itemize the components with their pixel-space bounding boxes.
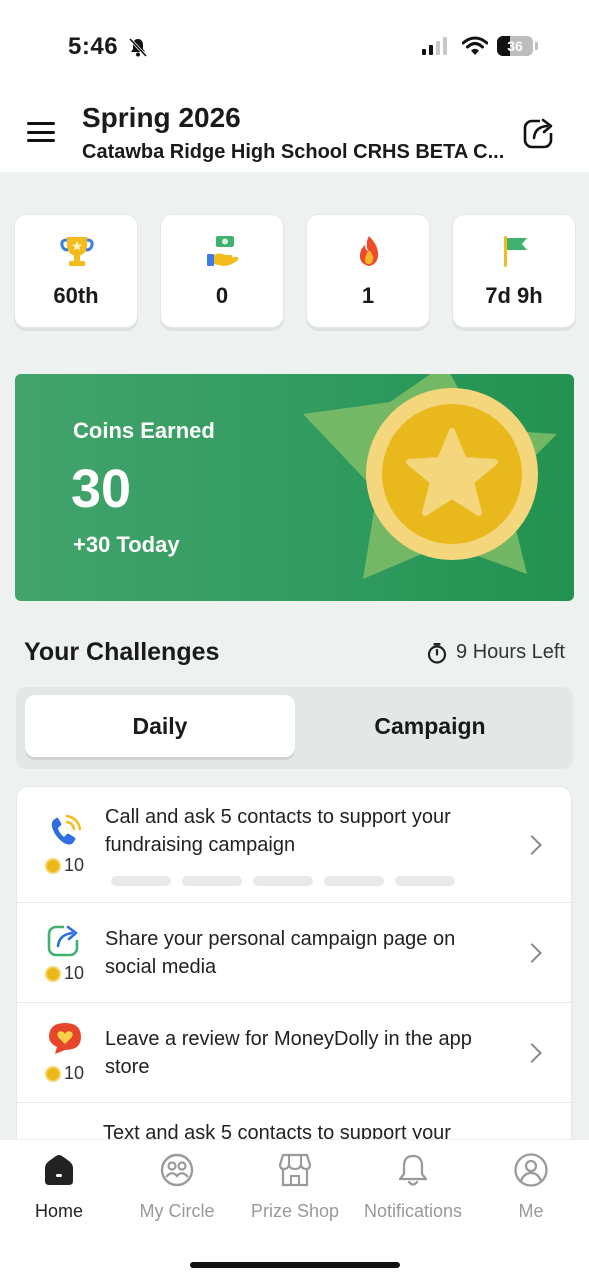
shop-icon — [278, 1153, 312, 1187]
chevron-right-icon — [522, 943, 542, 963]
tab-daily[interactable]: Daily — [25, 695, 295, 757]
signal-icon — [422, 37, 447, 55]
page-subtitle: Catawba Ridge High School CRHS BETA C... — [82, 141, 505, 163]
challenge-progress — [111, 876, 455, 886]
phone-call-icon — [51, 814, 82, 845]
heart-chat-icon — [49, 1023, 81, 1054]
stat-streak-value: 1 — [361, 283, 375, 308]
tab-me-label: Me — [518, 1201, 544, 1221]
wifi-icon — [462, 36, 488, 55]
tab-me[interactable]: Me — [472, 1152, 589, 1222]
coins-value: 30 — [71, 459, 132, 519]
star-coin-icon — [303, 374, 557, 579]
circle-icon — [160, 1153, 194, 1187]
tab-notifications[interactable]: Notifications — [354, 1152, 472, 1222]
home-icon — [45, 1155, 73, 1185]
tab-prize-shop-label: Prize Shop — [250, 1201, 340, 1221]
challenge-item[interactable]: 10 Call and ask 5 contacts to support yo… — [17, 787, 571, 903]
battery-icon: 36 — [497, 36, 533, 56]
status-time: 5:46 — [68, 33, 119, 60]
flame-icon — [359, 236, 379, 266]
chevron-right-icon — [522, 1043, 542, 1063]
stat-donations-value: 0 — [215, 283, 229, 308]
share-icon[interactable] — [522, 114, 558, 150]
stat-donations[interactable]: 0 — [160, 214, 284, 328]
bell-off-icon — [128, 37, 148, 57]
stat-time-left[interactable]: 7d 9h — [452, 214, 576, 328]
chevron-right-icon — [522, 835, 542, 855]
time-left-label: 9 Hours Left — [456, 641, 565, 663]
bottom-tab-bar: Home My Circle Prize Shop Notifications — [0, 1139, 589, 1280]
coins-today: +30 Today — [73, 532, 180, 557]
stopwatch-icon — [427, 642, 447, 664]
tab-campaign[interactable]: Campaign — [295, 695, 565, 757]
stat-rank[interactable]: 60th — [14, 214, 138, 328]
donation-hand-icon — [207, 236, 239, 266]
trophy-icon — [60, 237, 94, 266]
challenge-points: 10 — [45, 1063, 84, 1084]
flag-icon — [504, 236, 527, 267]
challenge-list: 10 Call and ask 5 contacts to support yo… — [16, 786, 572, 1146]
home-indicator — [190, 1262, 400, 1268]
coins-label: Coins Earned — [73, 418, 215, 443]
coin-icon — [45, 965, 61, 982]
share-icon — [47, 922, 82, 957]
tab-home[interactable]: Home — [0, 1152, 118, 1222]
profile-icon — [514, 1153, 548, 1187]
tab-prize-shop[interactable]: Prize Shop — [236, 1152, 354, 1222]
challenge-points: 10 — [45, 963, 84, 984]
stat-streak[interactable]: 1 — [306, 214, 430, 328]
bell-icon — [398, 1154, 428, 1186]
status-bar: 5:46 36 — [0, 0, 589, 92]
challenge-points: 10 — [45, 855, 84, 876]
battery-level: 36 — [507, 38, 523, 54]
stat-rank-value: 60th — [53, 283, 99, 308]
challenge-text: Leave a review for MoneyDolly in the app… — [105, 1028, 472, 1078]
challenge-item[interactable]: 10 Share your personal campaign page on … — [17, 903, 571, 1003]
tab-home-label: Home — [34, 1201, 83, 1221]
header: Spring 2026 Catawba Ridge High School CR… — [0, 92, 589, 172]
coin-icon — [45, 857, 61, 874]
stat-time-left-value: 7d 9h — [485, 283, 543, 308]
page-title: Spring 2026 — [82, 102, 241, 133]
coin-icon — [45, 1065, 61, 1082]
challenges-title: Your Challenges — [24, 638, 220, 666]
challenge-item[interactable]: 10 Leave a review for MoneyDolly in the … — [17, 1003, 571, 1103]
stats-row: 60th 0 1 7d 9h — [14, 214, 576, 328]
tab-notifications-label: Notifications — [363, 1201, 463, 1221]
menu-icon[interactable] — [27, 122, 55, 142]
tab-my-circle-label: My Circle — [139, 1201, 215, 1221]
challenges-timer: 9 Hours Left — [426, 641, 565, 664]
coins-earned-card[interactable]: Coins Earned 30 +30 Today — [15, 374, 574, 601]
tab-my-circle[interactable]: My Circle — [118, 1152, 236, 1222]
challenge-text: Call and ask 5 contacts to support your … — [105, 806, 451, 856]
challenge-text: Share your personal campaign page on soc… — [105, 928, 456, 978]
challenge-tabs: Daily Campaign — [16, 687, 573, 769]
